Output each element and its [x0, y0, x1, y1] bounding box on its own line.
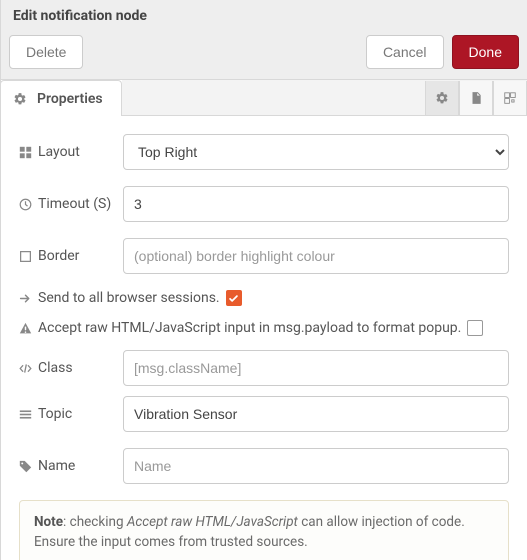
appearance-icon-button[interactable] — [493, 81, 527, 115]
cancel-button[interactable]: Cancel — [366, 35, 444, 69]
topic-input[interactable] — [123, 396, 509, 432]
topic-label: Topic — [19, 406, 123, 422]
border-label: Border — [19, 248, 123, 264]
done-button[interactable]: Done — [452, 35, 519, 69]
grid-icon — [19, 146, 32, 159]
class-label: Class — [19, 360, 123, 376]
description-icon-button[interactable] — [459, 81, 493, 115]
layout-label: Layout — [19, 144, 123, 160]
code-icon — [19, 362, 32, 375]
row-send-all: Send to all browser sessions. — [19, 290, 509, 306]
layout-select[interactable]: Top Right — [123, 134, 509, 170]
timeout-label-text: Timeout (S) — [38, 196, 111, 212]
tag-icon — [19, 460, 32, 473]
note-box: Note: checking Accept raw HTML/JavaScrip… — [19, 500, 509, 560]
row-border: Border — [19, 238, 509, 274]
clock-icon — [19, 198, 32, 211]
gear-icon — [13, 92, 27, 106]
panel-header: Edit notification node Delete Cancel Don… — [1, 0, 527, 80]
name-input[interactable] — [123, 448, 509, 484]
class-input[interactable] — [123, 350, 509, 386]
row-timeout: Timeout (S) — [19, 186, 509, 222]
note-italic: Accept raw HTML/JavaScript — [127, 514, 298, 530]
timeout-label: Timeout (S) — [19, 196, 123, 212]
edit-node-panel: Edit notification node Delete Cancel Don… — [0, 0, 527, 560]
layout-label-text: Layout — [38, 144, 80, 160]
gear-icon-button[interactable] — [425, 81, 459, 115]
tab-properties-label: Properties — [37, 91, 103, 107]
note-bold: Note — [34, 514, 63, 530]
row-name: Name — [19, 448, 509, 484]
delete-button[interactable]: Delete — [9, 35, 83, 69]
tab-properties[interactable]: Properties — [0, 80, 122, 116]
panel-title: Edit notification node — [9, 0, 519, 29]
name-label-text: Name — [38, 458, 75, 474]
form-area: Layout Top Right Timeout (S) Border — [1, 116, 527, 560]
send-all-label: Send to all browser sessions. — [38, 290, 220, 306]
list-icon — [19, 408, 32, 421]
square-icon — [19, 250, 32, 263]
row-class: Class — [19, 350, 509, 386]
accept-raw-checkbox[interactable] — [467, 320, 483, 336]
row-topic: Topic — [19, 396, 509, 432]
header-buttons: Delete Cancel Done — [9, 29, 519, 79]
timeout-input[interactable] — [123, 186, 509, 222]
row-accept-raw: Accept raw HTML/JavaScript input in msg.… — [19, 320, 509, 336]
name-label: Name — [19, 458, 123, 474]
class-label-text: Class — [38, 360, 73, 376]
tab-bar: Properties — [1, 80, 527, 116]
border-label-text: Border — [38, 248, 79, 264]
accept-raw-label: Accept raw HTML/JavaScript input in msg.… — [38, 320, 461, 336]
arrow-right-icon — [19, 292, 32, 305]
tab-bar-spacer — [122, 80, 425, 116]
row-layout: Layout Top Right — [19, 134, 509, 170]
topic-label-text: Topic — [38, 406, 72, 422]
send-all-checkbox[interactable] — [226, 290, 242, 306]
warning-icon — [19, 322, 32, 335]
note-text-1: : checking — [63, 514, 127, 530]
tab-bar-actions — [425, 80, 527, 116]
border-input[interactable] — [123, 238, 509, 274]
